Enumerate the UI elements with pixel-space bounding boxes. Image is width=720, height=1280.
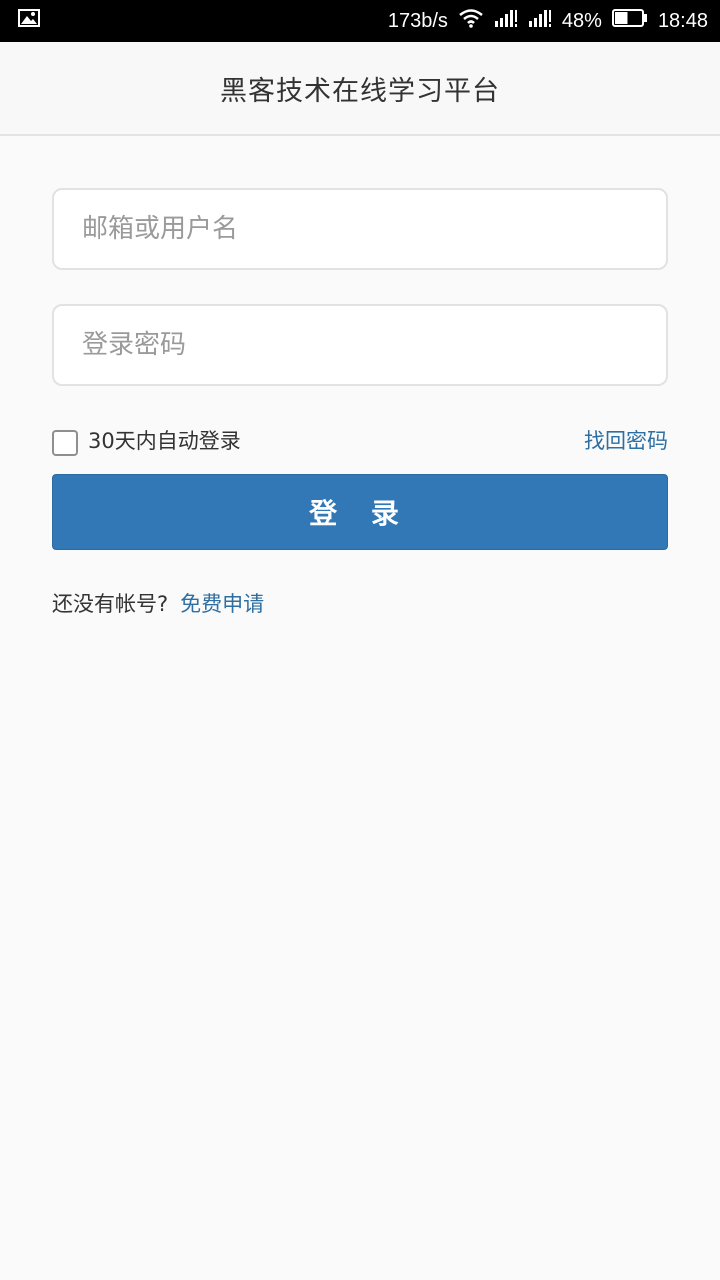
signup-row: 还没有帐号? 免费申请 (52, 588, 668, 618)
battery-icon (611, 9, 648, 33)
password-input[interactable] (52, 304, 668, 386)
clock: 18:48 (657, 9, 708, 32)
image-icon (18, 9, 40, 33)
signal-icon (528, 8, 552, 34)
remember-checkbox[interactable] (52, 430, 78, 456)
signal-icon (494, 8, 518, 34)
signup-prompt: 还没有帐号? (52, 592, 169, 616)
network-speed: 173b/s (387, 9, 448, 32)
remember-row: 30天内自动登录 找回密码 (52, 422, 668, 458)
username-input[interactable] (52, 188, 668, 270)
login-form: 30天内自动登录 找回密码 登 录 还没有帐号? 免费申请 (52, 188, 668, 618)
wifi-icon (458, 8, 484, 34)
battery-percent: 48% (561, 9, 602, 32)
page-title: 黑客技术在线学习平台 (220, 75, 500, 107)
forgot-password-link[interactable]: 找回密码 (584, 425, 668, 455)
signup-link[interactable]: 免费申请 (180, 592, 264, 616)
login-button[interactable]: 登 录 (52, 474, 668, 550)
status-bar: 173b/s 48% 18:48 (0, 0, 720, 42)
app-header: 黑客技术在线学习平台 (0, 42, 720, 136)
remember-label: 30天内自动登录 (88, 429, 241, 453)
